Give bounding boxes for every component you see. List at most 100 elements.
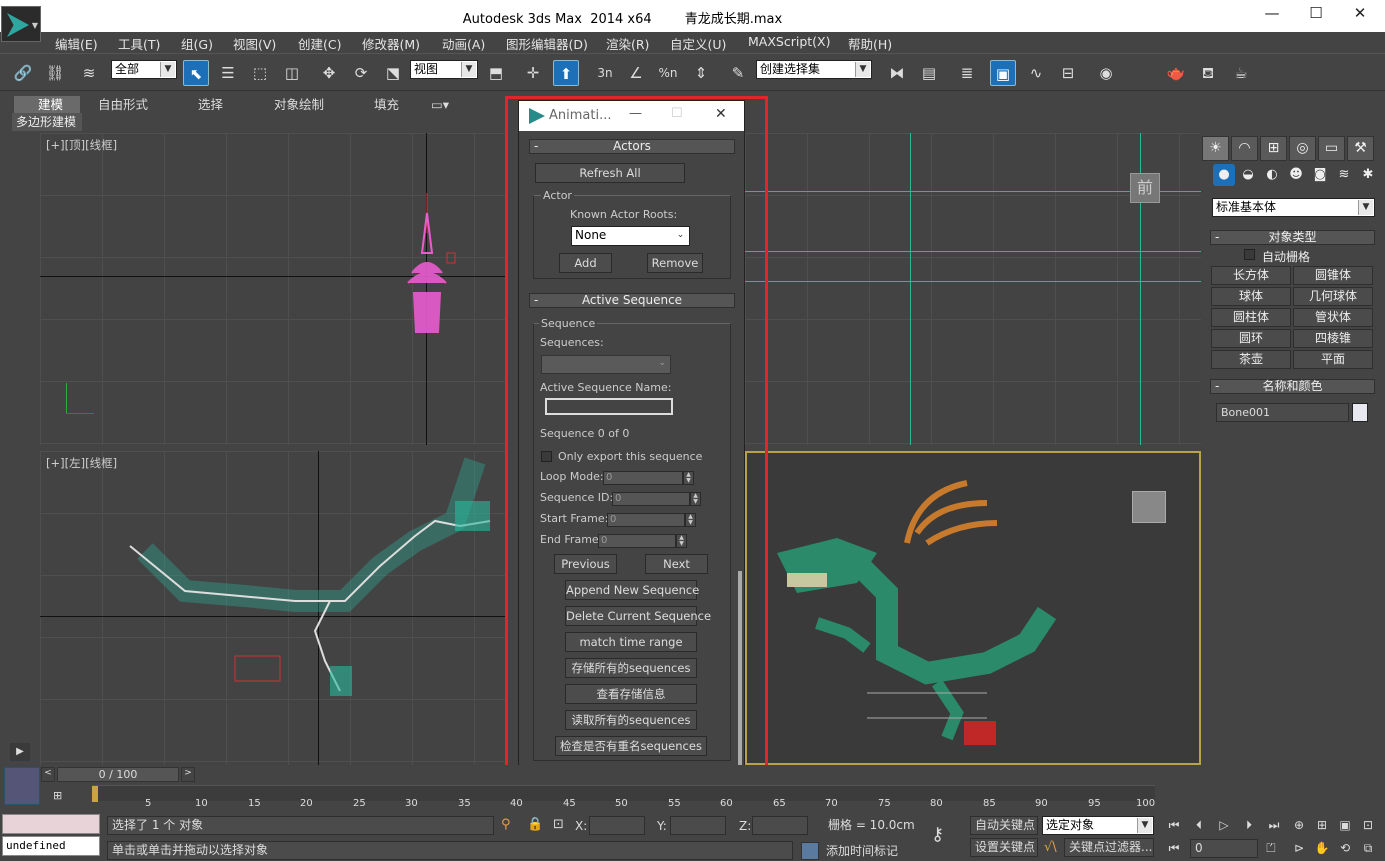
rollout-name-color[interactable]: - 名称和颜色 xyxy=(1210,379,1375,394)
percent-snap-icon[interactable]: %n xyxy=(655,60,681,86)
field-of-view-icon[interactable]: ⊳ xyxy=(1290,839,1308,857)
edit-named-sets-icon[interactable]: ✎ xyxy=(725,60,751,86)
rollout-object-type[interactable]: - 对象类型 xyxy=(1210,230,1375,245)
menu-customize[interactable]: 自定义(U) xyxy=(670,34,726,53)
spinner-snap-icon[interactable]: ⇕ xyxy=(688,60,714,86)
play-icon[interactable]: ▷ xyxy=(1215,816,1233,834)
current-frame-marker[interactable] xyxy=(92,786,98,802)
add-time-tag[interactable]: 添加时间标记 xyxy=(826,842,898,859)
create-tab-icon[interactable]: ☀ xyxy=(1202,136,1229,161)
select-object-icon[interactable]: ⬉ xyxy=(183,60,209,86)
cameras-icon[interactable]: ☻ xyxy=(1285,164,1307,186)
maximize-button[interactable]: ☐ xyxy=(1296,4,1336,26)
box-button[interactable]: 长方体 xyxy=(1211,266,1291,285)
menu-graph-editors[interactable]: 图形编辑器(D) xyxy=(506,34,588,53)
select-manipulate-icon[interactable]: ✛ xyxy=(520,60,546,86)
pan-icon[interactable]: ✋ xyxy=(1313,839,1331,857)
viewport-left[interactable]: [+][左][线框] xyxy=(40,451,505,765)
move-icon[interactable]: ✥ xyxy=(316,60,342,86)
modify-tab-icon[interactable]: ◠ xyxy=(1231,136,1258,161)
zoom-extents-all-icon[interactable]: ⊡ xyxy=(1359,816,1377,834)
plane-button[interactable]: 平面 xyxy=(1293,350,1373,369)
object-name-field[interactable]: Bone001 xyxy=(1216,403,1349,422)
cone-button[interactable]: 圆锥体 xyxy=(1293,266,1373,285)
absolute-mode-icon[interactable]: ⊡ xyxy=(553,817,564,832)
geosphere-button[interactable]: 几何球体 xyxy=(1293,287,1373,306)
view-cube[interactable] xyxy=(1132,491,1166,523)
reference-coord-select[interactable]: 视图 ▼ xyxy=(410,60,478,79)
object-category-select[interactable]: 标准基本体 ▼ xyxy=(1212,198,1375,217)
expand-track-icon[interactable]: ▶ xyxy=(10,743,30,761)
isolate-icon[interactable]: ⚲ xyxy=(501,817,511,832)
maxscript-input[interactable] xyxy=(2,814,100,834)
previous-frame-icon[interactable]: ⏴ xyxy=(1190,816,1208,834)
track-bar-filter-icon[interactable]: ⊞ xyxy=(53,789,71,803)
zoom-extents-icon[interactable]: ▣ xyxy=(1336,816,1354,834)
torus-button[interactable]: 圆环 xyxy=(1211,329,1291,348)
ribbon-options-icon[interactable]: ▭▾ xyxy=(421,96,459,114)
motion-tab-icon[interactable]: ◎ xyxy=(1289,136,1316,161)
lights-icon[interactable]: ◐ xyxy=(1261,164,1283,186)
render-production-icon[interactable]: ☕ xyxy=(1228,60,1254,86)
lock-selection-icon[interactable]: 🔒 xyxy=(527,817,543,832)
orbit-icon[interactable]: ⟲ xyxy=(1336,839,1354,857)
menu-create[interactable]: 创建(C) xyxy=(298,34,341,53)
display-tab-icon[interactable]: ▭ xyxy=(1318,136,1345,161)
z-coord-field[interactable] xyxy=(752,816,808,835)
teapot-button[interactable]: 茶壶 xyxy=(1211,350,1291,369)
graphite-toggle-icon[interactable]: ▣ xyxy=(990,60,1016,86)
helpers-icon[interactable]: ◙ xyxy=(1309,164,1331,186)
mini-listener-icon[interactable] xyxy=(4,767,40,805)
tab-modeling[interactable]: 建模 xyxy=(14,96,80,114)
tube-button[interactable]: 管状体 xyxy=(1293,308,1373,327)
maxscript-output[interactable]: undefined xyxy=(2,836,100,856)
maximize-viewport-icon[interactable]: ⧉ xyxy=(1359,839,1377,857)
menu-edit[interactable]: 编辑(E) xyxy=(55,34,98,53)
time-config-icon[interactable]: ⏍ xyxy=(1262,839,1280,857)
view-cube[interactable]: 前 xyxy=(1130,173,1160,203)
material-editor-icon[interactable]: ◉ xyxy=(1093,60,1119,86)
key-mode-toggle-icon[interactable]: ⏮ xyxy=(1165,839,1183,857)
pivot-center-icon[interactable]: ⬒ xyxy=(483,60,509,86)
set-key-button[interactable]: 设置关键点 xyxy=(970,838,1038,857)
menu-rendering[interactable]: 渲染(R) xyxy=(606,34,649,53)
viewport-perspective[interactable] xyxy=(745,451,1201,765)
time-slider[interactable]: 0 / 100 xyxy=(57,767,179,782)
mirror-icon[interactable]: ⧓ xyxy=(884,60,910,86)
tab-object-paint[interactable]: 对象绘制 xyxy=(264,96,334,114)
rotate-icon[interactable]: ⟳ xyxy=(348,60,374,86)
goto-start-icon[interactable]: ⏮ xyxy=(1165,816,1183,834)
shapes-icon[interactable]: ◒ xyxy=(1237,164,1259,186)
window-crossing-icon[interactable]: ◫ xyxy=(279,60,305,86)
rendered-frame-icon[interactable]: ⛾ xyxy=(1195,60,1221,86)
polygon-modeling-panel[interactable]: 多边形建模 xyxy=(12,113,82,131)
menu-views[interactable]: 视图(V) xyxy=(233,34,276,53)
menu-maxscript[interactable]: MAXScript(X) xyxy=(748,34,830,49)
systems-icon[interactable]: ✱ xyxy=(1357,164,1379,186)
key-filters-button[interactable]: 关键点过滤器... xyxy=(1064,838,1154,857)
bind-spacewarp-icon[interactable]: ≋ xyxy=(76,60,102,86)
zoom-icon[interactable]: ⊕ xyxy=(1290,816,1308,834)
key-icon[interactable]: ⚷ xyxy=(931,824,944,845)
app-menu-button[interactable]: ▼ xyxy=(1,6,41,42)
menu-modifiers[interactable]: 修改器(M) xyxy=(362,34,420,53)
tab-populate[interactable]: 填充 xyxy=(364,96,409,114)
minimize-button[interactable]: — xyxy=(1252,4,1292,26)
menu-animation[interactable]: 动画(A) xyxy=(442,34,485,53)
tab-freeform[interactable]: 自由形式 xyxy=(88,96,158,114)
viewport-front[interactable]: 前 xyxy=(745,133,1201,445)
utilities-tab-icon[interactable]: ⚒ xyxy=(1347,136,1374,161)
unlink-icon[interactable]: ⛓ xyxy=(42,60,68,86)
menu-help[interactable]: 帮助(H) xyxy=(848,34,892,53)
next-frame-icon[interactable]: ⏵ xyxy=(1240,816,1258,834)
time-tag-icon[interactable] xyxy=(801,842,819,860)
time-slider-next-icon[interactable]: > xyxy=(181,767,195,782)
viewport-label-left[interactable]: [+][左][线框] xyxy=(46,455,117,471)
viewport-top[interactable]: [+][顶][线框] xyxy=(40,133,505,445)
tab-selection[interactable]: 选择 xyxy=(188,96,233,114)
autogrid-checkbox[interactable] xyxy=(1244,249,1255,260)
zoom-all-icon[interactable]: ⊞ xyxy=(1313,816,1331,834)
hierarchy-tab-icon[interactable]: ⊞ xyxy=(1260,136,1287,161)
menu-group[interactable]: 组(G) xyxy=(181,34,213,53)
time-slider-prev-icon[interactable]: < xyxy=(41,767,55,782)
